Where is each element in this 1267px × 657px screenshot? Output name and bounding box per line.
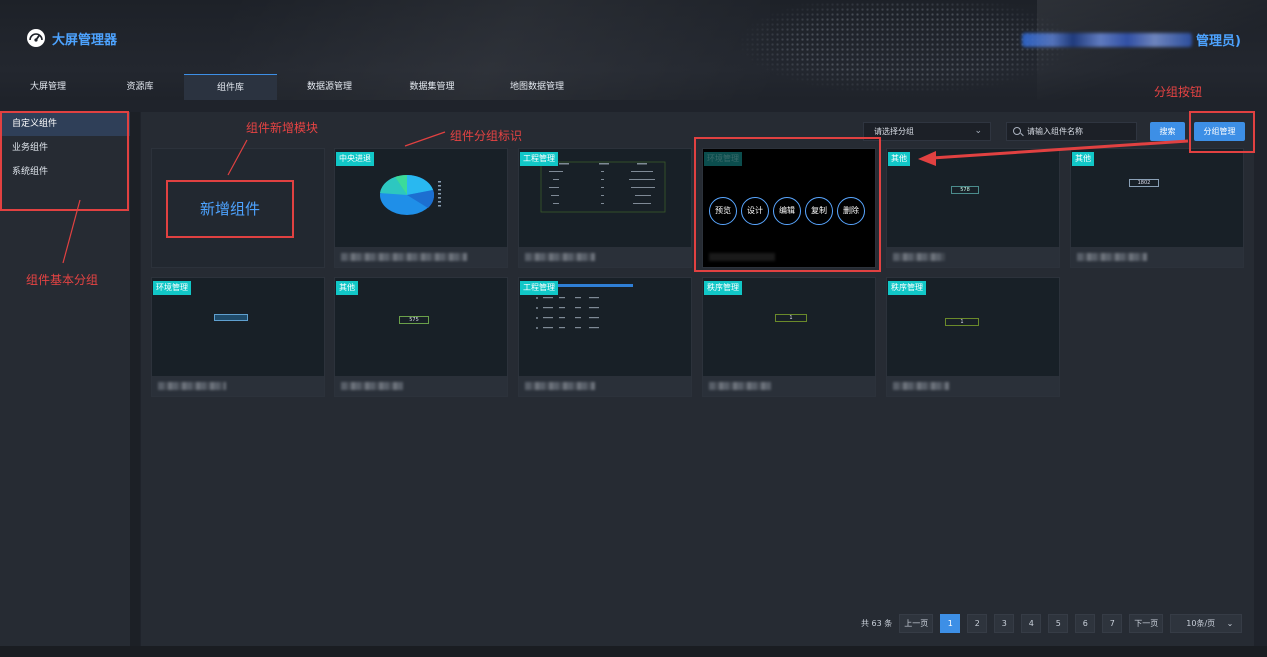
page-button-1[interactable]: 1 bbox=[940, 614, 961, 633]
search-placeholder: 请输入组件名称 bbox=[1027, 127, 1083, 136]
component-name-bar bbox=[335, 376, 507, 396]
component-name-redacted bbox=[525, 253, 595, 261]
group-tag: 环境管理 bbox=[153, 281, 191, 295]
page-size-label: 10条/页 bbox=[1186, 619, 1216, 628]
value-box: 1 bbox=[775, 314, 807, 322]
component-name-bar bbox=[887, 247, 1059, 267]
annotation-box-sidebar bbox=[0, 111, 129, 211]
sidebar-scrollbar[interactable] bbox=[130, 112, 140, 646]
chevron-down-icon: ⌄ bbox=[1226, 619, 1234, 628]
page-button-4[interactable]: 4 bbox=[1021, 614, 1042, 633]
total-count: 共 63 条 bbox=[861, 619, 893, 628]
tab-resource-library[interactable]: 资源库 bbox=[96, 74, 184, 100]
value-box: 575 bbox=[399, 316, 429, 324]
page-button-7[interactable]: 7 bbox=[1102, 614, 1123, 633]
component-thumbnail: 575 bbox=[335, 278, 507, 376]
group-select-placeholder: 请选择分组 bbox=[874, 127, 914, 136]
world-map-dots bbox=[740, 2, 1070, 94]
component-thumbnail: 578 bbox=[887, 149, 1059, 247]
progress-bar-thumbnail bbox=[214, 314, 248, 321]
group-tag: 其他 bbox=[1072, 152, 1094, 166]
add-component-label[interactable]: 新增组件 bbox=[166, 180, 294, 238]
next-page-button[interactable]: 下一页 bbox=[1129, 614, 1164, 633]
component-name-bar bbox=[519, 376, 691, 396]
tab-datasource-manage[interactable]: 数据源管理 bbox=[277, 74, 382, 100]
component-card[interactable]: 工程管理 bbox=[518, 277, 692, 397]
main-nav-tabs: 大屏管理 资源库 组件库 数据源管理 数据集管理 地图数据管理 bbox=[0, 74, 592, 100]
group-tag: 秩序管理 bbox=[888, 281, 926, 295]
annotation-box-card bbox=[694, 137, 881, 272]
dashboard-gauge-icon bbox=[27, 29, 45, 47]
tab-component-library[interactable]: 组件库 bbox=[184, 74, 277, 100]
component-card[interactable]: 578 其他 bbox=[886, 148, 1060, 268]
header-decoration-right bbox=[1037, 0, 1267, 100]
tab-dataset-manage[interactable]: 数据集管理 bbox=[382, 74, 482, 100]
search-icon bbox=[1013, 127, 1021, 135]
page-button-5[interactable]: 5 bbox=[1048, 614, 1069, 633]
app-name: 大屏管理器 bbox=[52, 32, 118, 48]
value-box: 1802 bbox=[1129, 179, 1159, 187]
annotation-box-group-button bbox=[1189, 111, 1255, 153]
tab-map-data-manage[interactable]: 地图数据管理 bbox=[482, 74, 592, 100]
component-card[interactable]: 工程管理 bbox=[518, 148, 692, 268]
component-name-redacted bbox=[893, 253, 945, 261]
group-tag: 其他 bbox=[336, 281, 358, 295]
annotation-group-button: 分组按钮 bbox=[1154, 85, 1203, 99]
user-role: 管理员) bbox=[1196, 34, 1241, 49]
search-input[interactable]: 请输入组件名称 bbox=[1006, 122, 1137, 141]
pagination: 共 63 条 上一页 1 2 3 4 5 6 7 下一页 10条/页 ⌄ bbox=[861, 614, 1243, 633]
page-button-6[interactable]: 6 bbox=[1075, 614, 1096, 633]
user-info[interactable]: 管理员) bbox=[1022, 30, 1241, 49]
top-header: 大屏管理器 管理员) 大屏管理 资源库 组件库 数据源管理 数据集管理 地图数据… bbox=[0, 0, 1267, 100]
component-name-redacted bbox=[158, 382, 226, 390]
group-tag: 秩序管理 bbox=[704, 281, 742, 295]
page-button-2[interactable]: 2 bbox=[967, 614, 988, 633]
component-name-redacted bbox=[341, 382, 403, 390]
component-name-bar bbox=[335, 247, 507, 267]
value-box: 1 bbox=[945, 318, 979, 326]
component-name-redacted bbox=[709, 382, 771, 390]
page-size-select[interactable]: 10条/页 ⌄ bbox=[1170, 614, 1243, 633]
add-component-card[interactable]: 新增组件 bbox=[151, 148, 325, 268]
component-name-bar bbox=[703, 376, 875, 396]
app-logo[interactable]: 大屏管理器 bbox=[26, 28, 117, 48]
component-card[interactable]: 1802 其他 bbox=[1070, 148, 1244, 268]
group-tag: 中央进退 bbox=[336, 152, 374, 166]
component-name-bar bbox=[519, 247, 691, 267]
component-name-redacted bbox=[893, 382, 949, 390]
group-tag: 其他 bbox=[888, 152, 910, 166]
component-name-redacted bbox=[1077, 253, 1147, 261]
value-box: 578 bbox=[951, 186, 979, 194]
group-tag: 工程管理 bbox=[520, 281, 558, 295]
app-root: 大屏管理器 管理员) 大屏管理 资源库 组件库 数据源管理 数据集管理 地图数据… bbox=[0, 0, 1267, 657]
user-name-redacted bbox=[1022, 32, 1193, 47]
group-select[interactable]: 请选择分组 ⌄ bbox=[863, 122, 991, 141]
annotation-add-module: 组件新增模块 bbox=[246, 121, 319, 135]
component-card[interactable]: 1 秩序管理 bbox=[886, 277, 1060, 397]
component-name-bar bbox=[887, 376, 1059, 396]
component-name-bar bbox=[1071, 247, 1243, 267]
search-button[interactable]: 搜索 bbox=[1150, 122, 1185, 141]
component-name-redacted bbox=[525, 382, 595, 390]
component-name-bar bbox=[152, 376, 324, 396]
bottom-bar bbox=[0, 646, 1267, 657]
group-tag: 工程管理 bbox=[520, 152, 558, 166]
component-name-redacted bbox=[341, 253, 467, 261]
annotation-group-tag: 组件分组标识 bbox=[450, 129, 523, 143]
page-button-3[interactable]: 3 bbox=[994, 614, 1015, 633]
prev-page-button[interactable]: 上一页 bbox=[899, 614, 934, 633]
component-card[interactable]: 575 其他 bbox=[334, 277, 508, 397]
component-card[interactable]: 中央进退 bbox=[334, 148, 508, 268]
annotation-basic-group: 组件基本分组 bbox=[26, 273, 99, 287]
component-thumbnail: 1802 bbox=[1071, 149, 1243, 247]
tab-dashboard-manage[interactable]: 大屏管理 bbox=[0, 74, 96, 100]
component-card[interactable]: 环境管理 bbox=[151, 277, 325, 397]
chevron-down-icon: ⌄ bbox=[974, 126, 982, 136]
component-card[interactable]: 1 秩序管理 bbox=[702, 277, 876, 397]
